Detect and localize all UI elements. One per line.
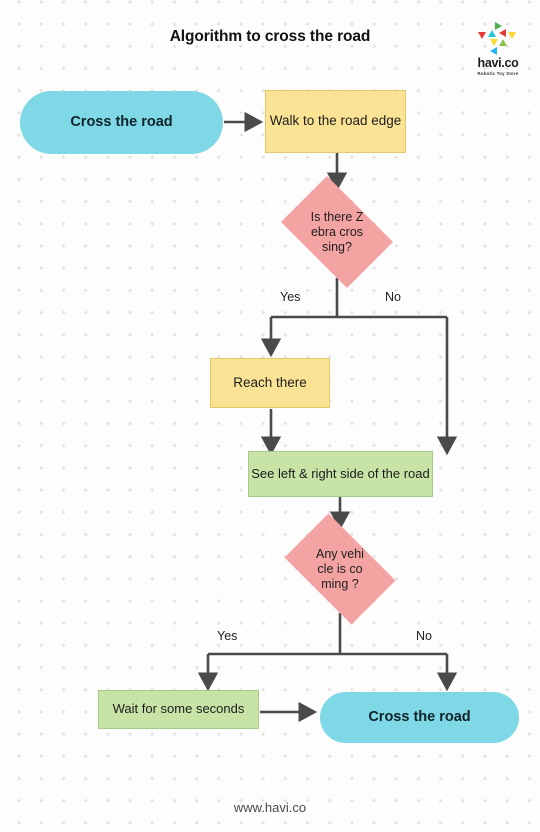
node-label: Any vehicle is coming ? bbox=[316, 546, 364, 591]
node-label: Cross the road bbox=[70, 113, 173, 130]
node-label: Wait for some seconds bbox=[112, 701, 245, 717]
node-see-left-right[interactable]: See left & right side of the road bbox=[248, 451, 433, 497]
node-decision-vehicle-coming[interactable]: Any vehicle is coming ? bbox=[273, 513, 407, 625]
logo-triangles-icon bbox=[475, 22, 521, 56]
node-start-cross-the-road[interactable]: Cross the road bbox=[20, 91, 223, 154]
node-label-wrap: Is there Zebra crossing? bbox=[271, 186, 403, 278]
node-label: See left & right side of the road bbox=[251, 465, 430, 481]
edge-label-vehicle-no: No bbox=[416, 629, 432, 643]
node-label: Reach there bbox=[233, 374, 307, 390]
edge-label-zebra-no: No bbox=[385, 290, 401, 304]
logo-wordmark: havi.co bbox=[477, 56, 519, 70]
node-label: Cross the road bbox=[368, 708, 471, 725]
logo-tagline: Robotic Toy Store bbox=[477, 71, 519, 76]
node-walk-to-road-edge[interactable]: Walk to the road edge bbox=[265, 90, 406, 153]
edge-label-zebra-yes: Yes bbox=[280, 290, 301, 304]
node-end-cross-the-road[interactable]: Cross the road bbox=[320, 692, 519, 743]
brand-logo: havi.co Robotic Toy Store bbox=[462, 22, 534, 76]
node-label: Walk to the road edge bbox=[269, 113, 402, 129]
node-reach-there[interactable]: Reach there bbox=[210, 358, 330, 408]
node-label: Is there Zebra crossing? bbox=[310, 209, 364, 254]
flowchart-page: Algorithm to cross the road havi.co Robo… bbox=[0, 0, 540, 832]
edge-label-vehicle-yes: Yes bbox=[217, 629, 238, 643]
node-wait-for-seconds[interactable]: Wait for some seconds bbox=[98, 690, 259, 729]
page-title: Algorithm to cross the road bbox=[169, 28, 371, 45]
node-label-wrap: Any vehicle is coming ? bbox=[273, 525, 407, 613]
node-decision-zebra-crossing[interactable]: Is there Zebra crossing? bbox=[271, 176, 403, 288]
footer-url[interactable]: www.havi.co bbox=[0, 800, 540, 815]
